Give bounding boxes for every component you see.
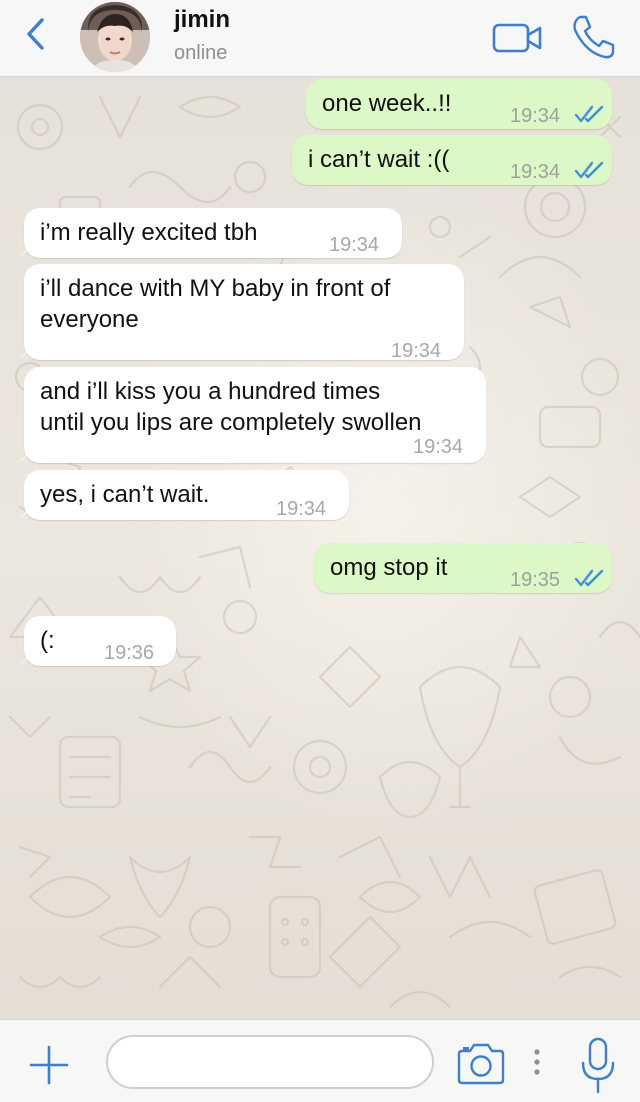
bubble-tail (14, 502, 30, 520)
video-call-button[interactable] (490, 18, 546, 58)
message-time: 19:34 (329, 234, 380, 256)
bubble-tail (14, 648, 30, 666)
bubble-tail (606, 167, 622, 185)
message-line: until you lips are completely swollen (40, 409, 422, 436)
message-bubble-incoming[interactable]: (: 19:36 (14, 616, 176, 666)
message-time: 19:34 (276, 498, 327, 520)
microphone-button[interactable] (578, 1036, 618, 1096)
voice-call-button[interactable] (568, 12, 618, 62)
message-text: i’ll dance with MY baby in front of ever… (40, 273, 450, 335)
message-time: 19:36 (104, 642, 155, 664)
chat-header: jimin online (0, 0, 640, 77)
microphone-icon (581, 1037, 615, 1094)
bubble-tail (14, 240, 30, 258)
message-bubble-outgoing[interactable]: i can’t wait :(( 19:34 (292, 135, 622, 185)
bubble-tail (14, 342, 30, 360)
message-bubble-incoming[interactable]: yes, i can’t wait. 19:34 (14, 470, 349, 520)
message-bubble-incoming[interactable]: i’ll dance with MY baby in front of ever… (14, 264, 464, 362)
message-time: 19:34 (391, 340, 442, 362)
phone-icon (573, 15, 615, 59)
bubble-tail (14, 445, 30, 463)
chat-area[interactable]: one week..!! 19:34 i can’t wait :(( 19:3… (0, 77, 640, 1019)
bubble-tail (606, 575, 622, 593)
message-time: 19:35 (510, 569, 561, 591)
camera-button[interactable] (455, 1042, 507, 1086)
contact-status: online (174, 42, 228, 64)
more-options-button[interactable] (530, 1044, 544, 1084)
message-text: and i’ll kiss you a hundred times until … (40, 376, 472, 438)
read-ticks-icon (574, 569, 604, 587)
message-bubble-outgoing[interactable]: omg stop it 19:35 (314, 543, 622, 593)
video-camera-icon (492, 23, 542, 53)
attach-button[interactable] (28, 1044, 70, 1086)
bubble-tail (606, 111, 622, 129)
message-line: i’ll dance with MY baby in front of (40, 275, 391, 302)
read-ticks-icon (574, 105, 604, 123)
camera-icon (457, 1043, 505, 1085)
back-button[interactable] (20, 16, 50, 52)
message-time: 19:34 (510, 105, 561, 127)
plus-icon (29, 1045, 69, 1085)
chevron-left-icon (27, 18, 44, 50)
message-bubble-outgoing[interactable]: one week..!! 19:34 (306, 79, 622, 129)
message-line: everyone (40, 306, 139, 333)
avatar[interactable] (80, 2, 150, 72)
message-time: 19:34 (413, 436, 464, 458)
message-line: and i’ll kiss you a hundred times (40, 378, 381, 405)
input-bar (0, 1019, 640, 1102)
message-time: 19:34 (510, 161, 561, 183)
message-input[interactable] (106, 1035, 434, 1089)
contact-photo (80, 2, 150, 72)
contact-name[interactable]: jimin (174, 6, 230, 34)
message-bubble-incoming[interactable]: i’m really excited tbh 19:34 (14, 208, 402, 258)
more-dots-icon (534, 1049, 540, 1075)
message-bubble-incoming[interactable]: and i’ll kiss you a hundred times until … (14, 367, 486, 463)
read-ticks-icon (574, 161, 604, 179)
